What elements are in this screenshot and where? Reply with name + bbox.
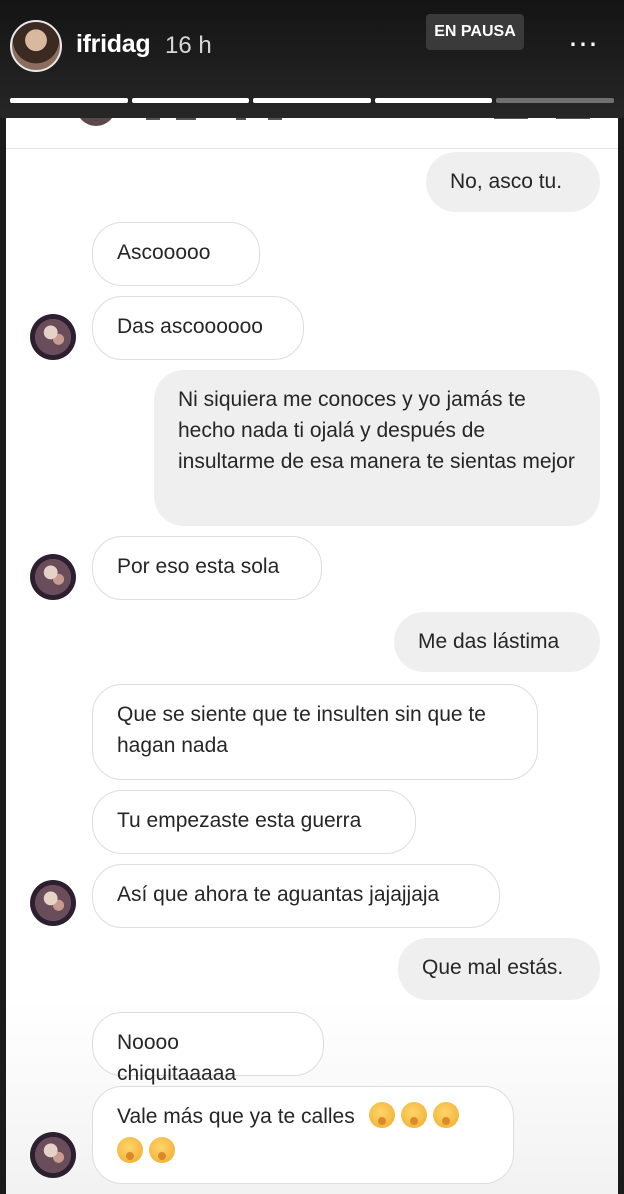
username[interactable]: ifridag: [76, 30, 151, 59]
progress-segment: [496, 98, 614, 103]
paused-badge: EN PAUSA: [426, 14, 524, 50]
story-header: ifridag 16 h EN PAUSA ⋯: [0, 0, 624, 118]
shushing-face-emoji-icon: [368, 1102, 395, 1128]
progress-segment: [374, 98, 493, 103]
chat-header-text-fragment: [236, 118, 246, 120]
chat-header-icon-fragment: [556, 118, 590, 119]
message-bubble-received: Ascooooo: [92, 222, 260, 286]
chat-header-text-fragment: [268, 118, 282, 120]
message-bubble-received: Por eso esta sola: [92, 536, 322, 600]
message-bubble-sent: Que mal estás.: [398, 938, 600, 1000]
message-bubble-received: Que se siente que te insulten sin que te…: [92, 684, 538, 780]
sender-avatar: [30, 314, 76, 360]
message-bubble-sent: Me das lástima: [394, 612, 600, 672]
sender-avatar: [30, 554, 76, 600]
message-bubble-received: Así que ahora te aguantas jajajjaja: [92, 864, 500, 928]
chat-header-text-fragment: [146, 118, 160, 120]
shushing-face-emoji-icon: [149, 1137, 175, 1163]
sender-avatar: [30, 1132, 76, 1178]
message-bubble-received: Vale más que ya te calles: [92, 1086, 514, 1184]
message-bubble-sent: Ni siquiera me conoces y yo jamás te hec…: [154, 370, 600, 526]
chat-screenshot: No, asco tu. Ascooooo Das ascoooooo Ni s…: [6, 118, 618, 1194]
shushing-face-emoji-icon: [117, 1137, 143, 1163]
chat-header-text-fragment: [176, 118, 196, 120]
message-bubble-received: Tu empezaste esta guerra: [92, 790, 416, 854]
message-text: Vale más que ya te calles: [117, 1105, 355, 1128]
chat-header-icon-fragment: [494, 118, 528, 119]
chat-header-cropped: [6, 118, 618, 149]
message-bubble-sent: No, asco tu.: [426, 152, 600, 212]
progress-segment: [253, 98, 371, 103]
message-bubble-received: Das ascoooooo: [92, 296, 304, 360]
emoji-row: [117, 1136, 489, 1167]
message-bubble-received: Noooo chiquitaaaaa: [92, 1012, 324, 1085]
sender-avatar: [30, 880, 76, 926]
story-timestamp: 16 h: [165, 32, 212, 59]
progress-segment: [10, 98, 128, 103]
shushing-face-emoji-icon: [400, 1102, 427, 1128]
chat-header-avatar: [76, 118, 116, 126]
shushing-face-emoji-icon: [432, 1102, 459, 1128]
profile-avatar[interactable]: [10, 20, 62, 72]
progress-segment: [131, 98, 250, 103]
more-options-icon[interactable]: ⋯: [564, 30, 604, 60]
story-progress-bar: [10, 98, 614, 104]
